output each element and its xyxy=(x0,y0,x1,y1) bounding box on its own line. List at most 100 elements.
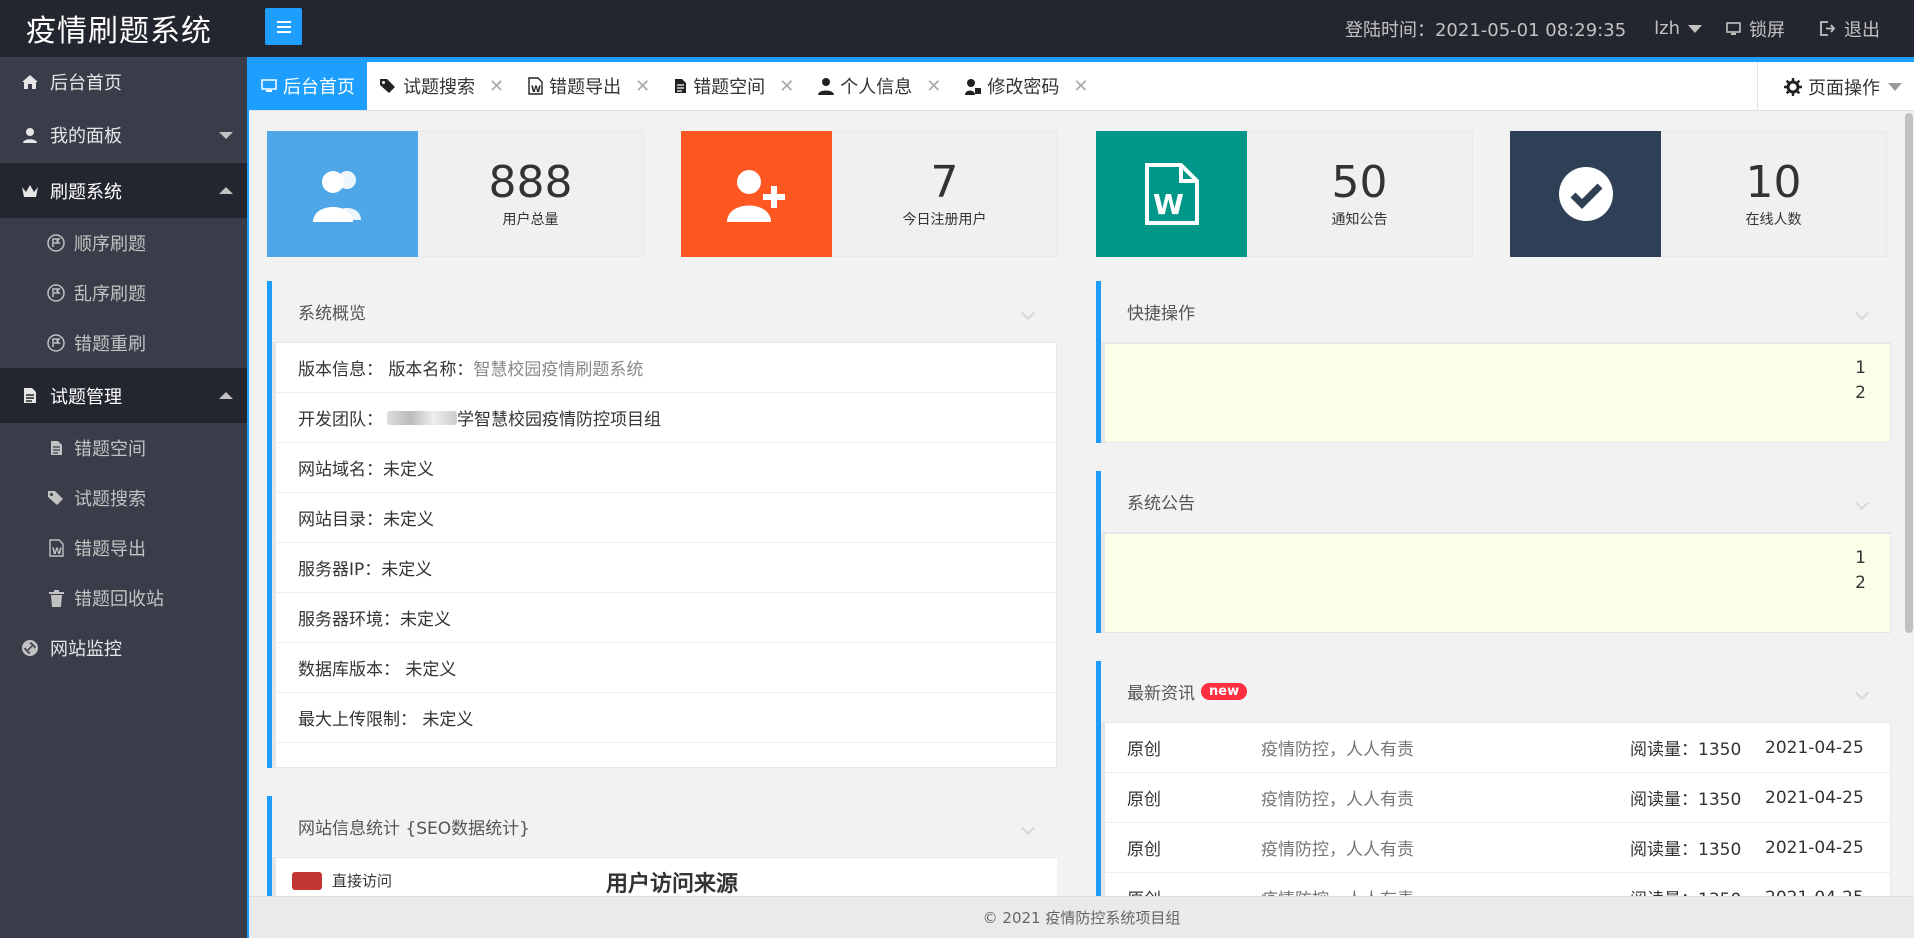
tab-wrong-space[interactable]: 错题空间 ✕ xyxy=(662,62,806,110)
sidebar-item-redo-wrong[interactable]: 错题重刷 xyxy=(0,318,247,368)
stat-label: 通知公告 xyxy=(1331,212,1388,228)
seo-stats-panel: 网站信息统计 {SEO数据统计} 直接访问 用户访问来源 xyxy=(267,796,1057,896)
sidebar-item-my-panel[interactable]: 我的面板 xyxy=(0,107,247,163)
close-icon[interactable]: ✕ xyxy=(635,76,650,97)
close-icon[interactable]: ✕ xyxy=(779,76,794,97)
page-operations-button[interactable]: 页面操作 xyxy=(1757,62,1914,111)
close-icon[interactable]: ✕ xyxy=(489,76,504,97)
news-row[interactable]: 原创疫情防控，人人有责阅读量：13502021-04-25 xyxy=(1105,823,1890,873)
chevron-down-icon xyxy=(1854,305,1870,321)
lock-screen-button[interactable]: 锁屏 xyxy=(1726,16,1785,42)
sidebar-item-sequential[interactable]: 顺序刷题 xyxy=(0,218,247,268)
panel-header[interactable]: 系统公告 xyxy=(1101,471,1891,533)
user-menu[interactable]: lzh xyxy=(1654,18,1702,39)
word-file-icon: W xyxy=(528,77,543,95)
legend-swatch[interactable] xyxy=(292,872,322,890)
gear-icon xyxy=(1784,77,1802,96)
document-icon xyxy=(46,440,66,456)
sidebar-item-export[interactable]: W 错题导出 xyxy=(0,523,247,573)
stat-value: 7 xyxy=(930,157,959,208)
crown-icon xyxy=(20,184,40,198)
caret-down-icon xyxy=(1688,24,1702,33)
main-content: 888 用户总量 7 今日注册用户 W 50 通知公告 10 在线人数 系统概览 版本信… xyxy=(249,111,1914,896)
panel-title: 快捷操作 xyxy=(1127,304,1195,324)
sidebar-item-recycle[interactable]: 错题回收站 xyxy=(0,573,247,623)
tab-export[interactable]: W 错题导出 ✕ xyxy=(516,62,662,110)
tab-profile[interactable]: 个人信息 ✕ xyxy=(806,62,953,110)
info-row-db-version: 数据库版本： 未定义 xyxy=(276,643,1056,693)
info-row-server-env: 服务器环境： 未定义 xyxy=(276,593,1056,643)
user-icon xyxy=(20,127,40,143)
chevron-down-icon xyxy=(1854,495,1870,511)
quick-actions-panel: 快捷操作 1 2 xyxy=(1096,281,1891,443)
sidebar-item-search[interactable]: 试题搜索 xyxy=(0,473,247,523)
username: lzh xyxy=(1654,18,1680,39)
quick-line: 2 xyxy=(1855,383,1866,403)
hamburger-icon xyxy=(276,20,291,33)
panel-header[interactable]: 网站信息统计 {SEO数据统计} xyxy=(272,796,1057,858)
users-icon xyxy=(267,131,418,257)
info-row-upload-limit: 最大上传限制： 未定义 xyxy=(276,693,1056,743)
check-circle-icon xyxy=(1510,131,1661,257)
info-row-directory: 网站目录： 未定义 xyxy=(276,493,1056,543)
chevron-up-icon xyxy=(219,187,233,194)
chart-title: 用户访问来源 xyxy=(606,872,739,896)
sidebar-item-home[interactable]: 后台首页 xyxy=(0,57,247,107)
chevron-down-icon xyxy=(1854,685,1870,701)
logout-icon xyxy=(1820,21,1836,36)
notice-line: 2 xyxy=(1855,573,1866,593)
panel-header[interactable]: 快捷操作 xyxy=(1101,281,1891,343)
stat-value: 50 xyxy=(1331,157,1388,208)
flag-icon xyxy=(46,284,66,302)
document-icon xyxy=(675,79,687,93)
close-icon[interactable]: ✕ xyxy=(926,76,941,97)
sidebar-item-monitor[interactable]: 网站监控 xyxy=(0,623,247,673)
stat-card-notices: W 50 通知公告 xyxy=(1096,131,1473,257)
news-row[interactable]: 原创疫情防控，人人有责阅读量：13502021-04-25 xyxy=(1105,873,1890,897)
news-row[interactable]: 原创疫情防控，人人有责阅读量：13502021-04-25 xyxy=(1105,723,1890,773)
panel-title: 系统公告 xyxy=(1127,494,1195,514)
stat-label: 用户总量 xyxy=(502,212,559,228)
svg-text:W: W xyxy=(52,547,62,557)
tab-password[interactable]: 修改密码 ✕ xyxy=(953,62,1100,110)
sidebar-item-random[interactable]: 乱序刷题 xyxy=(0,268,247,318)
user-tie-icon xyxy=(818,78,835,95)
panel-header[interactable]: 系统概览 xyxy=(272,281,1057,343)
chevron-down-icon xyxy=(1020,305,1036,321)
monitor-icon xyxy=(1726,21,1741,35)
svg-text:W: W xyxy=(1153,188,1184,221)
menu-toggle-button[interactable] xyxy=(265,8,302,45)
chevron-down-icon xyxy=(219,131,233,139)
caret-down-icon xyxy=(1888,82,1902,91)
user-plus-icon xyxy=(681,131,832,257)
footer: © 2021 疫情防控系统项目组 xyxy=(249,896,1914,938)
quick-line: 1 xyxy=(1855,358,1866,378)
main-scrollbar[interactable] xyxy=(1904,111,1914,896)
tags-icon xyxy=(46,490,66,506)
panel-title: 最新资讯 xyxy=(1127,684,1195,704)
panel-title: 系统概览 xyxy=(298,304,366,324)
sidebar-item-practice[interactable]: 刷题系统 xyxy=(0,163,247,218)
logout-button[interactable]: 退出 xyxy=(1819,16,1880,42)
panel-header[interactable]: 最新资讯 new xyxy=(1101,661,1891,723)
sidebar-item-manage[interactable]: 试题管理 xyxy=(0,368,247,423)
stat-card-new-users: 7 今日注册用户 xyxy=(681,131,1058,257)
word-file-icon: W xyxy=(46,539,66,557)
link-icon xyxy=(20,639,40,657)
stat-value: 888 xyxy=(488,157,573,208)
sidebar-item-wrong-space[interactable]: 错题空间 xyxy=(0,423,247,473)
close-icon[interactable]: ✕ xyxy=(1073,76,1088,97)
login-time: 登陆时间：2021-05-01 08:29:35 xyxy=(1344,19,1627,41)
tab-search[interactable]: 试题搜索 ✕ xyxy=(367,62,516,110)
tab-home[interactable]: 后台首页 xyxy=(249,62,367,110)
home-icon xyxy=(20,74,40,90)
tab-bar: 后台首页 试题搜索 ✕ W 错题导出 ✕ 错题空间 ✕ 个人信息 ✕ 修改密码 ✕ 页面操… xyxy=(249,57,1914,111)
system-overview-panel: 系统概览 版本信息： 版本名称： 智慧校园疫情刷题系统 开发团队： 学智慧校园疫情防… xyxy=(267,281,1057,768)
stat-card-online: 10 在线人数 xyxy=(1510,131,1887,257)
scrollbar-thumb[interactable] xyxy=(1905,113,1913,633)
legend-label[interactable]: 直接访问 xyxy=(332,870,392,891)
stat-card-users: 888 用户总量 xyxy=(267,131,644,257)
info-row-version: 版本信息： 版本名称： 智慧校园疫情刷题系统 xyxy=(276,343,1056,393)
news-row[interactable]: 原创疫情防控，人人有责阅读量：13502021-04-25 xyxy=(1105,773,1890,823)
monitor-icon xyxy=(261,79,277,92)
